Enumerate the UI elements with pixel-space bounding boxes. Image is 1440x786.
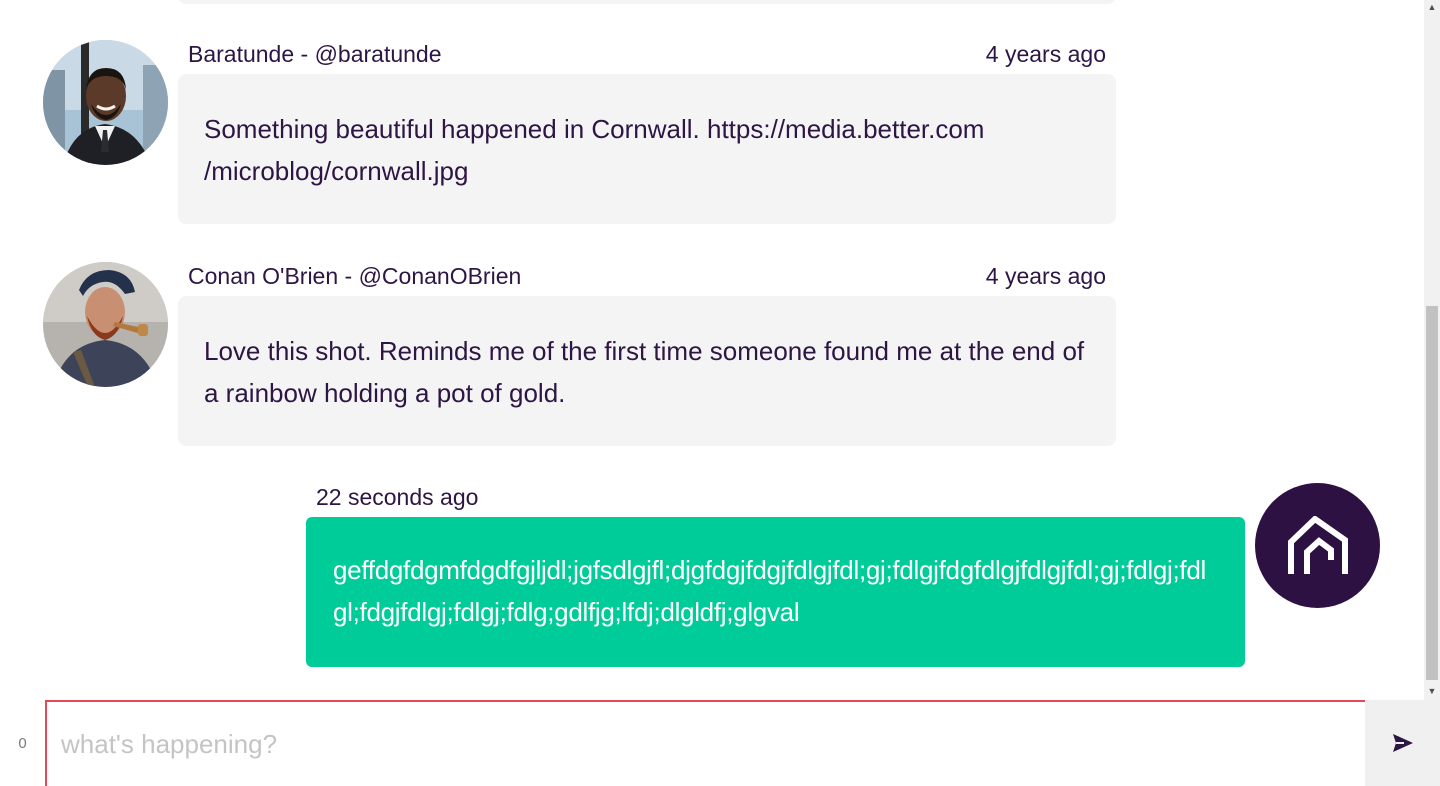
my-avatar-logo[interactable] bbox=[1255, 483, 1380, 608]
post-text: Love this shot. Reminds me of the first … bbox=[204, 336, 1085, 408]
send-button[interactable] bbox=[1365, 700, 1440, 786]
message-feed[interactable]: Baratunde - @baratunde 4 years ago Somet… bbox=[0, 0, 1424, 700]
scroll-thumb[interactable] bbox=[1426, 306, 1438, 680]
previous-message-bubble bbox=[178, 0, 1116, 4]
post-bubble: Something beautiful happened in Cornwall… bbox=[178, 74, 1116, 224]
my-post-bubble: geffdgfdgmfdgdfgjljdl;jgfsdlgjfl;djgfdgj… bbox=[306, 517, 1245, 667]
avatar[interactable] bbox=[43, 40, 168, 165]
scroll-down-icon[interactable]: ▼ bbox=[1424, 684, 1440, 698]
home-logo-icon bbox=[1287, 515, 1348, 574]
post-timestamp: 4 years ago bbox=[985, 41, 1106, 67]
character-counter: 0 bbox=[18, 734, 27, 752]
scroll-up-icon[interactable]: ▲ bbox=[1424, 0, 1440, 14]
send-icon bbox=[1392, 734, 1413, 752]
feed-scrollbar[interactable]: ▲ ▼ bbox=[1424, 0, 1440, 700]
my-post-timestamp: 22 seconds ago bbox=[316, 484, 479, 510]
post-input[interactable] bbox=[45, 700, 1365, 786]
avatar[interactable] bbox=[43, 262, 168, 387]
post-text: Something beautiful happened in Cornwall… bbox=[204, 114, 985, 186]
post-timestamp: 4 years ago bbox=[985, 263, 1106, 289]
post-author[interactable]: Conan O'Brien - @ConanOBrien bbox=[188, 263, 521, 290]
my-post-text: geffdgfdgmfdgdfgjljdl;jgfsdlgjfl;djgfdgj… bbox=[333, 555, 1206, 627]
post-author[interactable]: Baratunde - @baratunde bbox=[188, 41, 442, 68]
post-bubble: Love this shot. Reminds me of the first … bbox=[178, 296, 1116, 446]
composer: 0 bbox=[0, 700, 1440, 786]
